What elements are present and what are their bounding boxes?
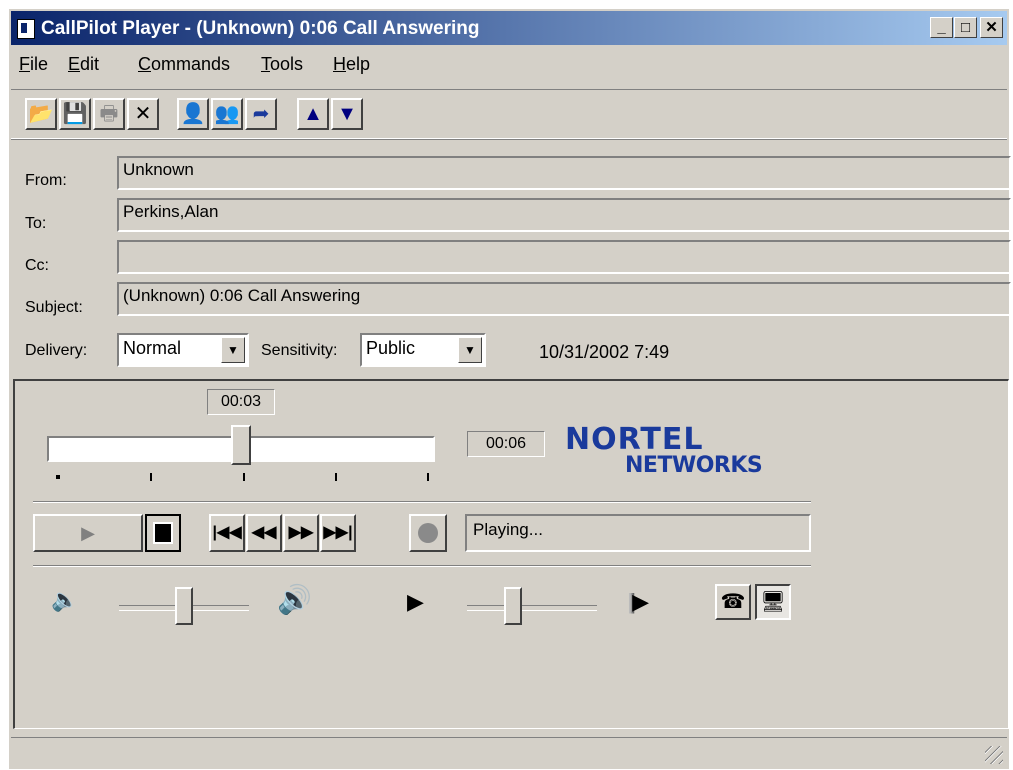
rewind-to-start-button[interactable]: |◀◀: [209, 514, 245, 552]
speed-slow-icon: ▶: [407, 589, 424, 614]
current-time: 00:03: [207, 389, 275, 415]
sensitivity-select[interactable]: Public ▼: [360, 333, 486, 367]
from-field[interactable]: Unknown: [117, 156, 1011, 190]
sensitivity-value: Public: [366, 338, 416, 358]
menu-commands[interactable]: Commands: [138, 54, 230, 75]
volume-high-icon: 🔊: [277, 584, 312, 615]
cc-label: Cc:: [25, 257, 49, 274]
speed-slider-thumb[interactable]: [503, 587, 522, 625]
player-panel: 00:03 00:06 NORTEL NETWORKS ▶ |◀◀ ◀◀ ▶▶ …: [13, 379, 1009, 729]
delete-icon[interactable]: ✕: [127, 98, 159, 130]
dropdown-arrow-icon[interactable]: ▼: [458, 337, 482, 363]
delivery-label: Delivery:: [25, 342, 88, 359]
to-label: To:: [25, 215, 47, 232]
status-bar: [11, 737, 1007, 768]
rewind-button[interactable]: ◀◀: [246, 514, 282, 552]
menu-bar: File Edit Commands Tools Help: [11, 49, 1007, 79]
subject-label: Subject:: [25, 299, 83, 316]
total-time: 00:06: [467, 431, 545, 457]
stop-button[interactable]: [145, 514, 181, 552]
volume-slider-thumb[interactable]: [175, 587, 193, 625]
sensitivity-label: Sensitivity:: [261, 342, 338, 359]
minimize-button[interactable]: _: [930, 17, 953, 38]
cc-field[interactable]: [117, 240, 1011, 274]
slider-tick: [427, 473, 429, 481]
speed-fast-icon: |||▶: [627, 589, 649, 614]
save-icon[interactable]: 💾: [59, 98, 91, 130]
next-message-icon[interactable]: ▼: [331, 98, 363, 130]
record-button[interactable]: [409, 514, 447, 552]
delivery-value: Normal: [123, 338, 182, 358]
slider-tick: [56, 475, 60, 479]
speed-slider[interactable]: [467, 605, 597, 611]
phone-output-icon[interactable]: ☎: [715, 584, 751, 620]
message-timestamp: 10/31/2002 7:49: [539, 342, 670, 362]
to-field[interactable]: Perkins,Alan: [117, 198, 1011, 232]
print-icon[interactable]: 🖶: [93, 98, 125, 130]
slider-tick: [150, 473, 152, 481]
title-bar[interactable]: CallPilot Player - (Unknown) 0:06 Call A…: [11, 11, 1007, 45]
forward-icon[interactable]: ➦: [245, 98, 277, 130]
app-icon[interactable]: [17, 19, 35, 39]
window-title: CallPilot Player - (Unknown) 0:06 Call A…: [41, 18, 480, 39]
menu-tools[interactable]: Tools: [261, 54, 303, 75]
open-icon[interactable]: 📂: [25, 98, 57, 130]
maximize-button[interactable]: □: [954, 17, 977, 38]
delivery-select[interactable]: Normal ▼: [117, 333, 249, 367]
toolbar: 📂 💾 🖶 ✕ 👤 👥 ➦ ▲ ▼: [11, 89, 1007, 139]
forward-to-end-button[interactable]: ▶▶|: [320, 514, 356, 552]
reply-icon[interactable]: 👤: [177, 98, 209, 130]
slider-tick: [243, 473, 245, 481]
dropdown-arrow-icon[interactable]: ▼: [221, 337, 245, 363]
divider: [33, 501, 811, 503]
position-slider-thumb[interactable]: [231, 425, 251, 465]
close-button[interactable]: ✕: [980, 17, 1003, 38]
playback-status: Playing...: [465, 514, 811, 552]
nortel-networks-logo: NORTEL NETWORKS: [565, 422, 763, 479]
play-button[interactable]: ▶: [33, 514, 143, 552]
subject-field[interactable]: (Unknown) 0:06 Call Answering: [117, 282, 1011, 316]
menu-help[interactable]: Help: [333, 54, 370, 75]
callpilot-player-window: CallPilot Player - (Unknown) 0:06 Call A…: [9, 9, 1011, 769]
fast-forward-button[interactable]: ▶▶: [283, 514, 319, 552]
computer-output-icon[interactable]: 🖥: [755, 584, 791, 620]
previous-message-icon[interactable]: ▲: [297, 98, 329, 130]
divider: [33, 565, 811, 567]
reply-all-icon[interactable]: 👥: [211, 98, 243, 130]
menu-edit[interactable]: Edit: [68, 54, 99, 75]
stop-icon: [153, 522, 173, 544]
from-label: From:: [25, 172, 67, 189]
volume-low-icon: 🔈: [51, 587, 79, 612]
slider-tick: [335, 473, 337, 481]
resize-grip-icon[interactable]: [985, 746, 1003, 764]
record-icon: [418, 523, 438, 543]
menu-file[interactable]: File: [19, 54, 48, 75]
